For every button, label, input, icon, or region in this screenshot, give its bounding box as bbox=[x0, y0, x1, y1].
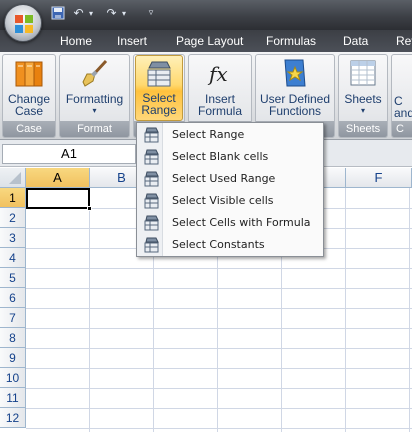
select-range-icon bbox=[144, 215, 159, 231]
svg-text:fx: fx bbox=[207, 62, 228, 86]
gridline bbox=[26, 348, 412, 349]
row-header-8[interactable]: 8 bbox=[0, 328, 26, 348]
group-case: Change Case Case bbox=[2, 54, 56, 138]
select-range-icon bbox=[144, 149, 159, 165]
user-defined-functions-button[interactable]: User Defined Functions bbox=[258, 57, 332, 119]
gridline bbox=[409, 188, 410, 432]
row-header-5[interactable]: 5 bbox=[0, 268, 26, 288]
tab-data[interactable]: Data bbox=[343, 33, 368, 49]
gridline bbox=[26, 368, 412, 369]
gridline bbox=[26, 268, 412, 269]
gridline bbox=[345, 188, 346, 432]
select-range-label-2: Range bbox=[141, 103, 177, 117]
menu-item-select-range[interactable]: Select Range bbox=[138, 124, 322, 146]
group-case-title: Case bbox=[3, 121, 55, 137]
gridline bbox=[26, 388, 412, 389]
menu-item-label: Select Cells with Formula bbox=[172, 216, 311, 229]
group-sheets-title: Sheets bbox=[339, 121, 387, 137]
tab-home[interactable]: Home bbox=[60, 33, 92, 49]
gridline bbox=[26, 408, 412, 409]
user-defined-label-2: Functions bbox=[268, 104, 322, 118]
change-case-button[interactable]: Change Case bbox=[5, 57, 53, 119]
menu-item-label: Select Visible cells bbox=[172, 194, 274, 207]
change-case-label-2: Case bbox=[14, 104, 43, 118]
active-cell-a1[interactable] bbox=[26, 188, 90, 209]
gridline bbox=[26, 428, 412, 429]
group-format-title: Format bbox=[60, 121, 129, 137]
fill-handle[interactable] bbox=[87, 206, 92, 211]
select-range-icon bbox=[144, 127, 159, 143]
select-range-menu: Select Range Select Blank cells Select U… bbox=[136, 122, 324, 257]
insert-formula-label-2: Formula bbox=[197, 104, 242, 118]
row-header-3[interactable]: 3 bbox=[0, 228, 26, 248]
menu-item-select-visible-cells[interactable]: Select Visible cells bbox=[138, 190, 322, 212]
row-header-12[interactable]: 12 bbox=[0, 408, 26, 428]
gridline bbox=[89, 188, 90, 432]
tab-insert[interactable]: Insert bbox=[117, 33, 147, 49]
menu-item-select-constants[interactable]: Select Constants bbox=[138, 234, 322, 256]
select-all-corner[interactable] bbox=[0, 168, 26, 188]
name-box[interactable]: A1 bbox=[2, 144, 136, 164]
group-sheets: Sheets ▾ Sheets bbox=[338, 54, 388, 138]
gridline bbox=[26, 308, 412, 309]
sheets-label: Sheets bbox=[344, 92, 382, 106]
row-header-1[interactable]: 1 bbox=[0, 188, 26, 208]
fx-icon: fx bbox=[204, 57, 236, 89]
customize-qat-icon[interactable]: ▿ bbox=[145, 6, 157, 21]
group-format: Formatting ▾ Format bbox=[59, 54, 130, 138]
partial-label-2: and bbox=[394, 106, 412, 120]
menu-item-label: Select Constants bbox=[172, 238, 265, 251]
menu-item-label: Select Blank cells bbox=[172, 150, 269, 163]
select-range-icon bbox=[144, 171, 159, 187]
office-logo-icon bbox=[15, 15, 33, 33]
select-range-icon bbox=[143, 58, 175, 90]
books-icon bbox=[13, 57, 45, 89]
redo-dropdown-icon[interactable]: ▾ bbox=[119, 6, 129, 21]
office-button[interactable] bbox=[4, 4, 42, 42]
menu-item-select-cells-with-formula[interactable]: Select Cells with Formula bbox=[138, 212, 322, 234]
select-range-button[interactable]: Select Range bbox=[135, 55, 183, 121]
sheets-dropdown-icon: ▾ bbox=[360, 106, 365, 115]
menu-item-select-used-range[interactable]: Select Used Range bbox=[138, 168, 322, 190]
menu-item-select-blank-cells[interactable]: Select Blank cells bbox=[138, 146, 322, 168]
row-header-11[interactable]: 11 bbox=[0, 388, 26, 408]
row-header-7[interactable]: 7 bbox=[0, 308, 26, 328]
sheets-icon bbox=[347, 57, 379, 89]
undo-icon[interactable]: ↶ bbox=[71, 6, 86, 21]
group-partial: C and C bbox=[391, 54, 412, 138]
sheets-button[interactable]: Sheets ▾ bbox=[341, 57, 385, 119]
formatting-dropdown-icon: ▾ bbox=[92, 106, 97, 115]
row-header-4[interactable]: 4 bbox=[0, 248, 26, 268]
function-library-icon bbox=[279, 57, 311, 89]
row-header-2[interactable]: 2 bbox=[0, 208, 26, 228]
column-header-f[interactable]: F bbox=[346, 168, 412, 188]
row-header-9[interactable]: 9 bbox=[0, 348, 26, 368]
gridline bbox=[26, 288, 412, 289]
menu-item-label: Select Used Range bbox=[172, 172, 276, 185]
select-range-icon bbox=[144, 193, 159, 209]
insert-formula-button[interactable]: fx Insert Formula bbox=[191, 57, 249, 119]
row-header-10[interactable]: 10 bbox=[0, 368, 26, 388]
gridline bbox=[26, 328, 412, 329]
save-icon[interactable] bbox=[50, 6, 65, 21]
column-header-a[interactable]: A bbox=[26, 168, 90, 188]
tab-page-layout[interactable]: Page Layout bbox=[176, 33, 243, 49]
paint-brush-icon bbox=[79, 57, 111, 89]
select-range-icon bbox=[144, 237, 159, 253]
menu-item-label: Select Range bbox=[172, 128, 245, 141]
tab-review[interactable]: Rev bbox=[396, 33, 412, 49]
redo-icon[interactable]: ↷ bbox=[104, 6, 119, 21]
undo-dropdown-icon[interactable]: ▾ bbox=[86, 6, 96, 21]
row-header-6[interactable]: 6 bbox=[0, 288, 26, 308]
formatting-label: Formatting bbox=[65, 92, 124, 106]
formatting-button[interactable]: Formatting ▾ bbox=[63, 57, 126, 119]
tab-formulas[interactable]: Formulas bbox=[266, 33, 316, 49]
group-partial-title: C bbox=[392, 121, 412, 137]
